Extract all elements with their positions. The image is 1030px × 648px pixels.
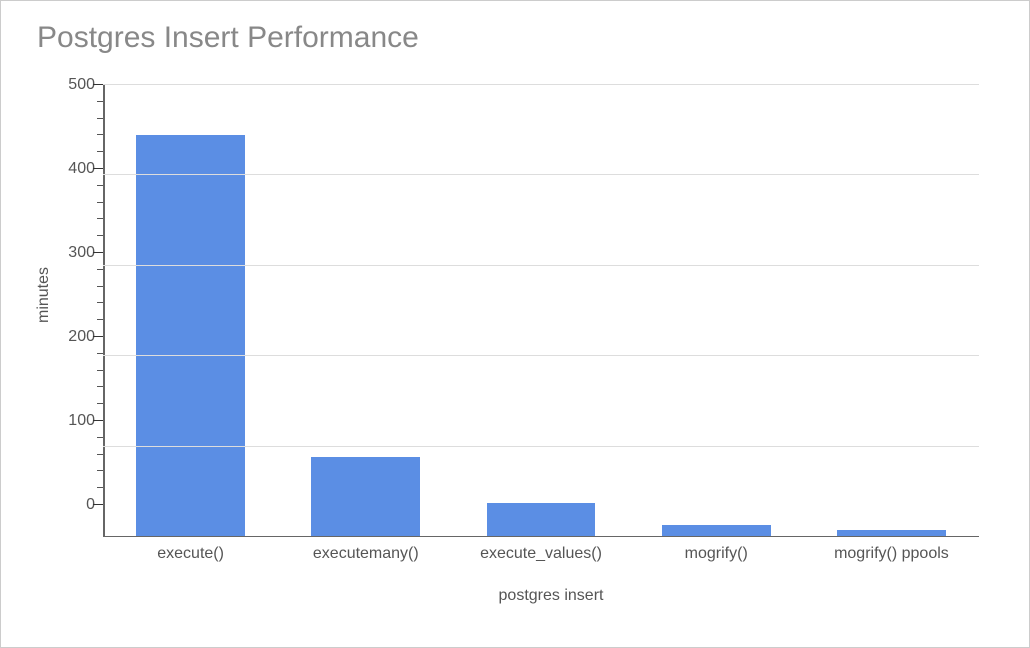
y-tick-label: 400 (68, 160, 95, 178)
gridline (103, 446, 979, 447)
x-tick-label: executemany() (278, 545, 453, 563)
bar-slot (629, 85, 804, 537)
plot-wrap: minutes 0100200300400500 execute()execut… (31, 65, 999, 605)
major-tick (93, 504, 103, 506)
plot-area (103, 85, 979, 537)
bar-slot (804, 85, 979, 537)
major-tick (93, 420, 103, 422)
y-axis-label: minutes (31, 85, 53, 505)
bar (311, 457, 420, 537)
x-axis-label: postgres insert (103, 587, 999, 605)
gridline (103, 355, 979, 356)
bars-group (103, 85, 979, 537)
major-tick (93, 168, 103, 170)
y-ticks: 0100200300400500 (53, 85, 103, 505)
x-tick-label: mogrify() (629, 545, 804, 563)
major-tick (93, 336, 103, 338)
bar (136, 135, 245, 537)
chart-title: Postgres Insert Performance (37, 21, 999, 55)
x-tick-label: execute_values() (453, 545, 628, 563)
bar-slot (453, 85, 628, 537)
y-tick-label: 300 (68, 244, 95, 262)
major-tick (93, 252, 103, 254)
y-tick-label: 500 (68, 76, 95, 94)
major-tick (93, 84, 103, 86)
y-tick-label: 0 (86, 496, 95, 514)
x-labels: execute()executemany()execute_values()mo… (103, 545, 979, 563)
y-tick-label: 100 (68, 412, 95, 430)
gridline (103, 536, 979, 538)
bar-slot (278, 85, 453, 537)
y-tick-label: 200 (68, 328, 95, 346)
x-tick-label: mogrify() ppools (804, 545, 979, 563)
gridline (103, 174, 979, 175)
bar (487, 503, 596, 537)
bar-slot (103, 85, 278, 537)
chart-container: Postgres Insert Performance minutes 0 100… (1, 1, 1029, 647)
gridline (103, 265, 979, 266)
plot-column: execute()executemany()execute_values()mo… (103, 65, 999, 605)
x-tick-label: execute() (103, 545, 278, 563)
gridline (103, 84, 979, 85)
